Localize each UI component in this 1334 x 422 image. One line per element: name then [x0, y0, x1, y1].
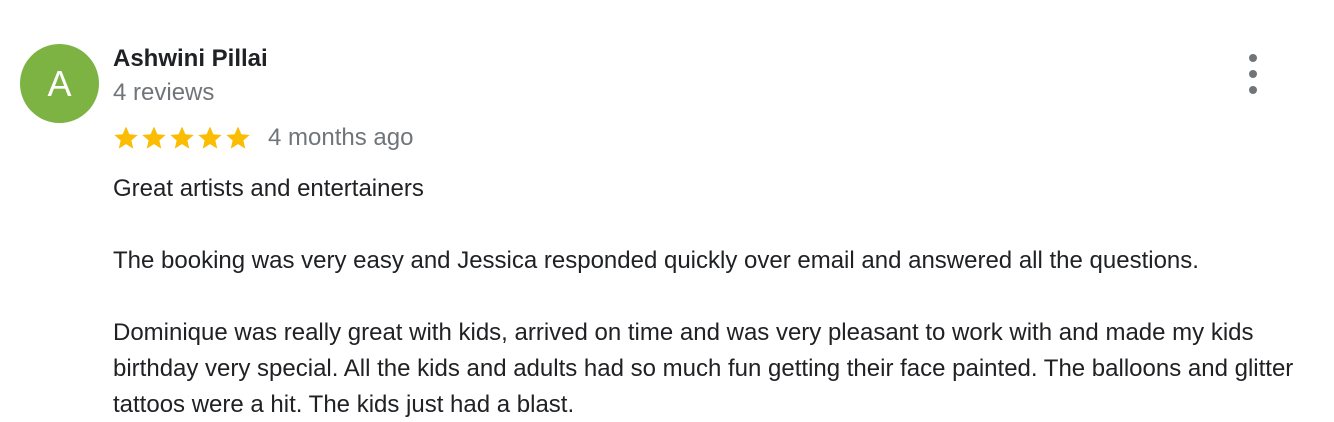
star-icon	[142, 126, 166, 149]
star-icon	[170, 126, 194, 149]
more-options-button[interactable]	[1236, 54, 1270, 94]
review-text: Great artists and entertainers The booki…	[113, 171, 1318, 422]
review-paragraph: The booking was very easy and Jessica re…	[113, 247, 1199, 274]
review-time: 4 months ago	[268, 124, 414, 151]
review-count[interactable]: 4 reviews	[113, 79, 214, 107]
avatar[interactable]: A	[20, 44, 99, 123]
review-card: A Ashwini Pillai 4 reviews 4 months ago …	[0, 0, 1334, 422]
avatar-letter: A	[47, 62, 72, 104]
more-vert-icon	[1249, 54, 1257, 62]
more-vert-icon-dot	[1249, 70, 1257, 78]
star-icon	[114, 126, 138, 149]
star-icon	[226, 126, 250, 149]
review-paragraph-headline: Great artists and entertainers	[113, 175, 424, 202]
more-vert-icon-dot	[1249, 86, 1257, 94]
author-name[interactable]: Ashwini Pillai	[113, 45, 268, 73]
review-paragraph: Dominique was really great with kids, ar…	[113, 319, 1294, 418]
rating-row: 4 months ago	[112, 122, 413, 154]
star-icon	[198, 126, 222, 149]
star-rating	[112, 124, 252, 152]
